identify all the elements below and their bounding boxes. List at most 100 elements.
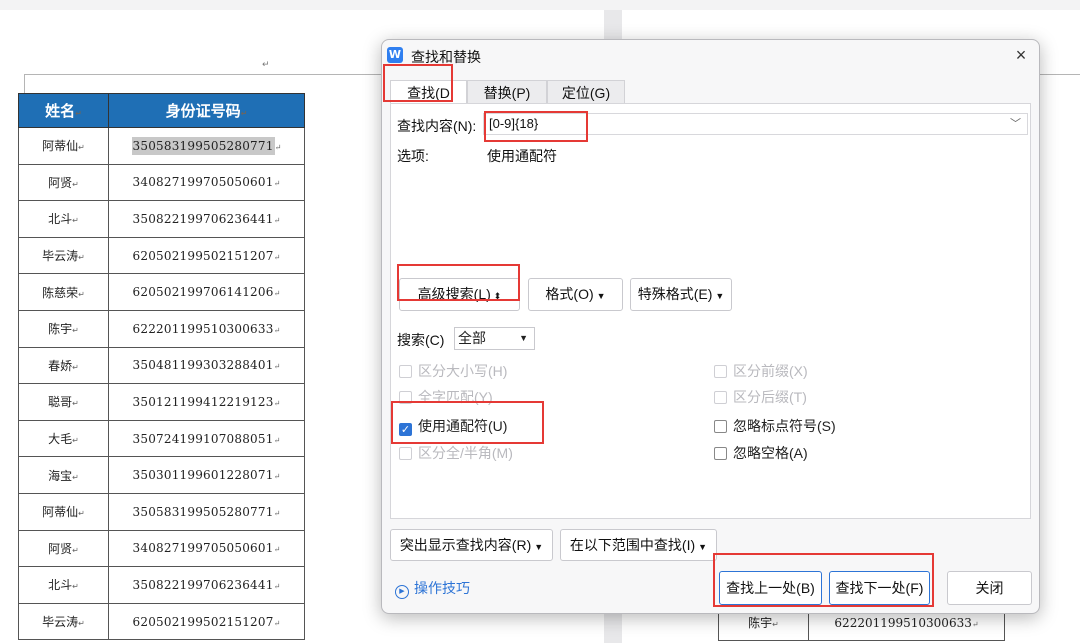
- checkmark-icon[interactable]: ✓: [399, 423, 412, 436]
- option-label: 全字匹配(Y): [418, 389, 493, 405]
- id-cell[interactable]: 350301199601228071↵: [108, 456, 305, 494]
- paragraph-mark: ↵: [262, 60, 270, 70]
- tab-goto[interactable]: 定位(G): [547, 80, 625, 104]
- tips-link[interactable]: ▶ 操作技巧: [395, 578, 470, 599]
- table-row: 阿蒂仙↵ 350583199505280771↵: [18, 492, 305, 531]
- dialog-title-bar[interactable]: W 查找和替换 ×: [382, 40, 1039, 70]
- name-cell[interactable]: 春娇↵: [18, 346, 109, 385]
- name-cell[interactable]: 毕云涛↵: [18, 602, 109, 641]
- table-row: 陈宇↵ 622201199510300633↵: [18, 309, 305, 348]
- option-ignore-punct[interactable]: 忽略标点符号(S): [714, 416, 836, 436]
- header-id: 身份证号码↵: [108, 93, 305, 128]
- name-cell[interactable]: 聪哥↵: [18, 383, 109, 421]
- format-button[interactable]: 格式(O) ▼: [528, 278, 623, 311]
- dropdown-arrow-icon: ▼: [596, 291, 606, 301]
- option-ignore-space[interactable]: 忽略空格(A): [714, 443, 808, 463]
- checkbox[interactable]: [399, 391, 412, 404]
- find-next-button[interactable]: 查找下一处(F): [829, 571, 930, 605]
- advanced-search-label: 高级搜索(L): [417, 286, 491, 302]
- option-label: 忽略空格(A): [733, 445, 808, 461]
- name-cell[interactable]: 北斗↵: [18, 566, 109, 604]
- checkbox[interactable]: [714, 365, 727, 378]
- name-cell[interactable]: 阿蒂仙↵: [18, 492, 109, 531]
- checkbox[interactable]: [714, 391, 727, 404]
- id-cell[interactable]: 350121199412219123↵: [108, 383, 305, 421]
- close-icon[interactable]: ×: [1010, 44, 1032, 66]
- table-header-row: 姓名↵ 身份证号码↵: [18, 93, 305, 128]
- special-format-button[interactable]: 特殊格式(E) ▼: [630, 278, 732, 311]
- id-cell[interactable]: 350822199706236441↵: [108, 566, 305, 604]
- table-row: 陈慈荣↵ 620502199706141206↵: [18, 273, 305, 311]
- id-cell[interactable]: 350724199107088051↵: [108, 419, 305, 458]
- find-label: 查找内容(N):: [397, 118, 477, 134]
- name-cell[interactable]: 阿贤↵: [18, 163, 109, 202]
- table-row: 大毛↵ 350724199107088051↵: [18, 419, 305, 458]
- id-table: 姓名↵ 身份证号码↵ 阿蒂仙↵ 350583199505280771↵ 阿贤↵ 340…: [18, 93, 305, 641]
- search-direction-value: 全部: [458, 330, 486, 346]
- id-cell[interactable]: 350481199303288401↵: [108, 346, 305, 385]
- table-row: 海宝↵ 350301199601228071↵: [18, 456, 305, 494]
- table-row: 聪哥↵ 350121199412219123↵: [18, 383, 305, 421]
- id-cell[interactable]: 620502199502151207↵: [108, 236, 305, 275]
- option-label: 使用通配符(U): [418, 418, 508, 434]
- highlight-results-button[interactable]: 突出显示查找内容(R) ▼: [390, 529, 553, 561]
- advanced-search-button[interactable]: 高级搜索(L) ⬍: [399, 278, 520, 311]
- options-value: 使用通配符: [487, 148, 557, 164]
- checkbox[interactable]: [714, 447, 727, 460]
- id-cell[interactable]: 350583199505280771↵: [108, 492, 305, 531]
- name-cell[interactable]: 大毛↵: [18, 419, 109, 458]
- table-row: 阿贤↵ 340827199705050601↵: [18, 163, 305, 202]
- option-prefix[interactable]: 区分前缀(X): [714, 361, 808, 381]
- option-match-case[interactable]: 区分大小写(H): [399, 361, 507, 381]
- checkbox[interactable]: [714, 420, 727, 433]
- tab-find[interactable]: 查找(D: [390, 80, 467, 104]
- tab-replace[interactable]: 替换(P): [467, 80, 547, 104]
- name-cell[interactable]: 阿贤↵: [18, 529, 109, 568]
- name-cell[interactable]: 北斗↵: [18, 200, 109, 238]
- find-in-label: 在以下范围中查找(I): [569, 537, 696, 553]
- checkbox[interactable]: [399, 365, 412, 378]
- options-label: 选项:: [397, 148, 429, 164]
- table-row: 北斗↵ 350822199706236441↵: [18, 566, 305, 604]
- table-row: 北斗↵ 350822199706236441↵: [18, 200, 305, 238]
- id-cell[interactable]: 620502199502151207↵: [108, 602, 305, 641]
- find-input[interactable]: [0-9]{18} ﹀: [483, 113, 1028, 135]
- checkbox[interactable]: [399, 447, 412, 460]
- name-cell[interactable]: 陈宇↵: [18, 309, 109, 348]
- wps-writer-icon: W: [387, 47, 403, 63]
- find-in-range-button[interactable]: 在以下范围中查找(I) ▼: [560, 529, 717, 561]
- option-label: 区分大小写(H): [418, 363, 508, 379]
- chevron-down-icon[interactable]: ﹀: [1010, 114, 1021, 134]
- id-cell[interactable]: 340827199705050601↵: [108, 529, 305, 568]
- find-previous-button[interactable]: 查找上一处(B): [719, 571, 822, 605]
- option-label: 区分前缀(X): [733, 363, 808, 379]
- name-cell[interactable]: 海宝↵: [18, 456, 109, 494]
- table-row: 阿贤↵ 340827199705050601↵: [18, 529, 305, 568]
- play-icon: ▶: [395, 585, 409, 599]
- option-suffix[interactable]: 区分后缀(T): [714, 387, 807, 407]
- option-full-half[interactable]: 区分全/半角(M): [399, 443, 513, 463]
- id-cell[interactable]: 350583199505280771↵: [108, 127, 305, 165]
- id-cell[interactable]: 340827199705050601↵: [108, 163, 305, 202]
- option-label: 忽略标点符号(S): [733, 418, 836, 434]
- close-button[interactable]: 关闭: [947, 571, 1032, 605]
- id-cell[interactable]: 350822199706236441↵: [108, 200, 305, 238]
- top-strip: [0, 0, 1080, 10]
- tips-label: 操作技巧: [414, 580, 470, 596]
- dropdown-arrow-icon: ▼: [715, 291, 725, 301]
- page-margin-corner: [24, 74, 25, 94]
- search-direction-select[interactable]: 全部 ▼: [454, 327, 535, 350]
- option-whole-word[interactable]: 全字匹配(Y): [399, 387, 493, 407]
- option-label: 区分后缀(T): [733, 389, 807, 405]
- find-input-value: [0-9]{18}: [489, 116, 539, 131]
- id-cell[interactable]: 622201199510300633↵: [108, 309, 305, 348]
- id-cell[interactable]: 620502199706141206↵: [108, 273, 305, 311]
- option-wildcards[interactable]: ✓ 使用通配符(U): [399, 416, 507, 436]
- highlight-label: 突出显示查找内容(R): [399, 537, 532, 553]
- name-cell[interactable]: 毕云涛↵: [18, 236, 109, 275]
- name-cell[interactable]: 陈慈荣↵: [18, 273, 109, 311]
- name-cell[interactable]: 阿蒂仙↵: [18, 127, 109, 165]
- dialog-title: 查找和替换: [411, 49, 481, 65]
- option-label: 区分全/半角(M): [418, 445, 513, 461]
- expand-toggle-icon: ⬍: [493, 291, 502, 301]
